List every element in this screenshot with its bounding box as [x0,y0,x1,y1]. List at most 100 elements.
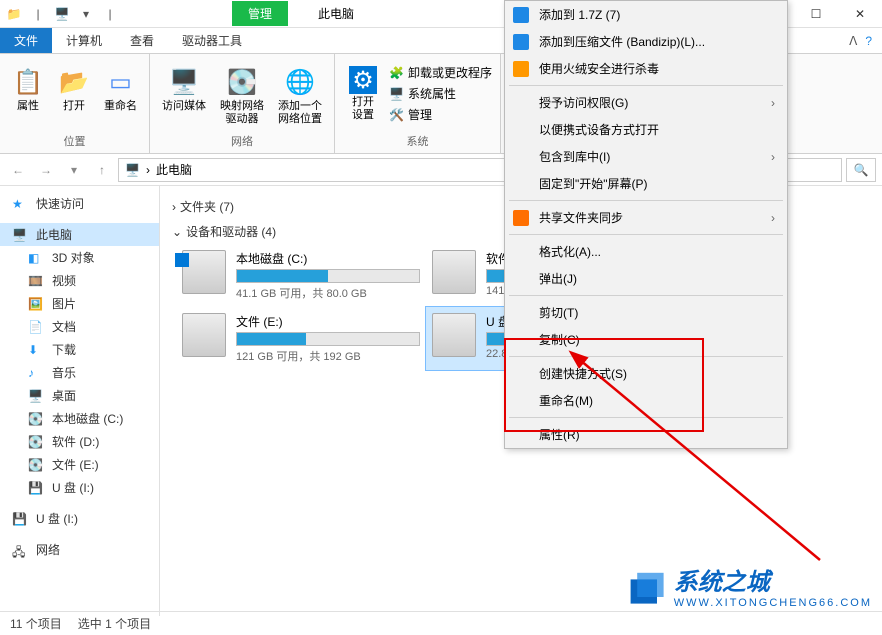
chevron-down-icon: ⌄ [172,225,182,239]
context-menu-item[interactable]: 授予访问权限(G) › [505,89,787,116]
submenu-arrow-icon: › [771,96,775,110]
context-menu-item[interactable]: 添加到压缩文件 (Bandizip)(L)... [505,28,787,55]
sidebar-videos[interactable]: 🎞️视频 [0,269,159,292]
pc-icon: 🖥️ [12,228,30,242]
sidebar-network[interactable]: 🖧网络 [0,538,159,561]
maximize-button[interactable]: ☐ [794,0,838,28]
drive-usage-bar [236,332,420,346]
context-menu-item[interactable]: 共享文件夹同步 › [505,204,787,231]
watermark: 系统之城 WWW.XITONGCHENG66.COM [624,562,872,609]
ribbon-rename[interactable]: ▭重命名 [100,64,141,115]
menu-drive-tools[interactable]: 驱动器工具 [168,28,256,53]
ribbon-system-properties[interactable]: 🖥️系统属性 [389,85,492,102]
drive-icon: 💽 [28,435,46,449]
qat-dropdown-icon[interactable]: ▾ [76,4,96,24]
drive-icon [182,313,226,357]
menu-item-icon [513,34,529,50]
context-menu-item[interactable]: 创建快捷方式(S) [505,360,787,387]
drive-icon [432,313,476,357]
ribbon-manage[interactable]: 🛠️管理 [389,106,492,123]
desktop-icon: 🖥️ [28,389,46,403]
chevron-right-icon: › [172,200,176,214]
sidebar-downloads[interactable]: ⬇下载 [0,338,159,361]
context-menu-separator [509,234,783,235]
search-box[interactable]: 🔍 [846,158,876,182]
menu-computer[interactable]: 计算机 [52,28,116,53]
context-menu-item[interactable]: 属性(R) [505,421,787,448]
sidebar-udisk-i-2[interactable]: 💾U 盘 (I:) [0,507,159,530]
submenu-arrow-icon: › [771,211,775,225]
ribbon-access-media[interactable]: 🖥️访问媒体 [158,64,210,115]
music-icon: ♪ [28,366,46,380]
sidebar-music[interactable]: ♪音乐 [0,361,159,384]
watermark-url: WWW.XITONGCHENG66.COM [674,597,872,609]
sidebar-local-disk-c[interactable]: 💽本地磁盘 (C:) [0,407,159,430]
menu-item-label: 添加到压缩文件 (Bandizip)(L)... [539,33,705,50]
ribbon-group-system: 系统 [343,133,492,149]
sidebar-3d-objects[interactable]: ◧3D 对象 [0,246,159,269]
qat-sep: | [100,4,120,24]
cube-icon: ◧ [28,251,46,265]
context-menu-item[interactable]: 重命名(M) [505,387,787,414]
context-menu-item[interactable]: 格式化(A)... [505,238,787,265]
menu-item-icon [513,210,529,226]
menu-item-label: 固定到"开始"屏幕(P) [539,175,648,192]
ribbon-uninstall-programs[interactable]: 🧩卸载或更改程序 [389,64,492,81]
menubar-right: ᐱ ? [849,28,882,53]
context-menu-item[interactable]: 复制(C) [505,326,787,353]
sidebar-pictures[interactable]: 🖼️图片 [0,292,159,315]
nav-back-button[interactable]: ← [6,158,30,182]
drive-name: 文件 (E:) [236,313,420,330]
ribbon-open-settings[interactable]: ⚙打开 设置 [343,64,383,124]
menu-view[interactable]: 查看 [116,28,168,53]
menu-item-label: 授予访问权限(G) [539,94,628,111]
breadcrumb[interactable]: 此电脑 [156,161,192,178]
sidebar-software-d[interactable]: 💽软件 (D:) [0,430,159,453]
menu-item-label: 复制(C) [539,331,580,348]
sidebar-udisk-i[interactable]: 💾U 盘 (I:) [0,476,159,499]
context-menu-item[interactable]: 弹出(J) [505,265,787,292]
menu-file[interactable]: 文件 [0,28,52,53]
close-button[interactable]: ✕ [838,0,882,28]
nav-up-button[interactable]: ↑ [90,158,114,182]
menu-item-label: 添加到 1.7Z (7) [539,6,620,23]
contextual-tab-manage[interactable]: 管理 [232,1,288,26]
usb-icon: 💾 [28,481,46,495]
context-menu-item[interactable]: 包含到库中(I)› [505,143,787,170]
drive-name: 本地磁盘 (C:) [236,250,420,267]
nav-forward-button[interactable]: → [34,158,58,182]
nav-history-dropdown[interactable]: ▾ [62,158,86,182]
menu-item-label: 共享文件夹同步 [539,209,623,226]
video-icon: 🎞️ [28,274,46,288]
drive-item[interactable]: 文件 (E:) 121 GB 可用，共 192 GB [176,307,426,370]
download-icon: ⬇ [28,343,46,357]
context-menu-item[interactable]: 以便携式设备方式打开 [505,116,787,143]
menu-item-label: 包含到库中(I) [539,148,610,165]
context-menu-item[interactable]: 添加到 1.7Z (7) [505,1,787,28]
drive-icon [182,250,226,294]
ribbon-open[interactable]: 📂打开 [54,64,94,115]
folder-icon[interactable]: 📁 [4,4,24,24]
ribbon-group-network: 网络 [158,133,326,149]
ribbon-properties[interactable]: 📋属性 [8,64,48,115]
context-menu-item[interactable]: 剪切(T) [505,299,787,326]
context-menu-item[interactable]: 固定到"开始"屏幕(P) [505,170,787,197]
status-selected-count: 选中 1 个项目 [78,615,151,632]
collapse-ribbon-icon[interactable]: ᐱ [849,34,857,48]
search-icon: 🔍 [854,163,869,177]
sidebar-documents[interactable]: 📄文档 [0,315,159,338]
sidebar-desktop[interactable]: 🖥️桌面 [0,384,159,407]
ribbon-map-drive[interactable]: 💽映射网络 驱动器 [216,64,268,128]
manage-icon: 🛠️ [389,108,404,122]
monitor-icon[interactable]: 🖥️ [52,4,72,24]
ribbon-add-network-location[interactable]: 🌐添加一个 网络位置 [274,64,326,128]
drive-icon [432,250,476,294]
drive-item[interactable]: 本地磁盘 (C:) 41.1 GB 可用，共 80.0 GB [176,244,426,307]
menu-item-label: 以便携式设备方式打开 [539,121,659,138]
sidebar-quick-access[interactable]: ★快速访问 [0,192,159,215]
help-icon[interactable]: ? [865,34,872,48]
sidebar-files-e[interactable]: 💽文件 (E:) [0,453,159,476]
context-menu-item[interactable]: 使用火绒安全进行杀毒 [505,55,787,82]
sidebar-this-pc[interactable]: 🖥️此电脑 [0,223,159,246]
qat-sep: | [28,4,48,24]
